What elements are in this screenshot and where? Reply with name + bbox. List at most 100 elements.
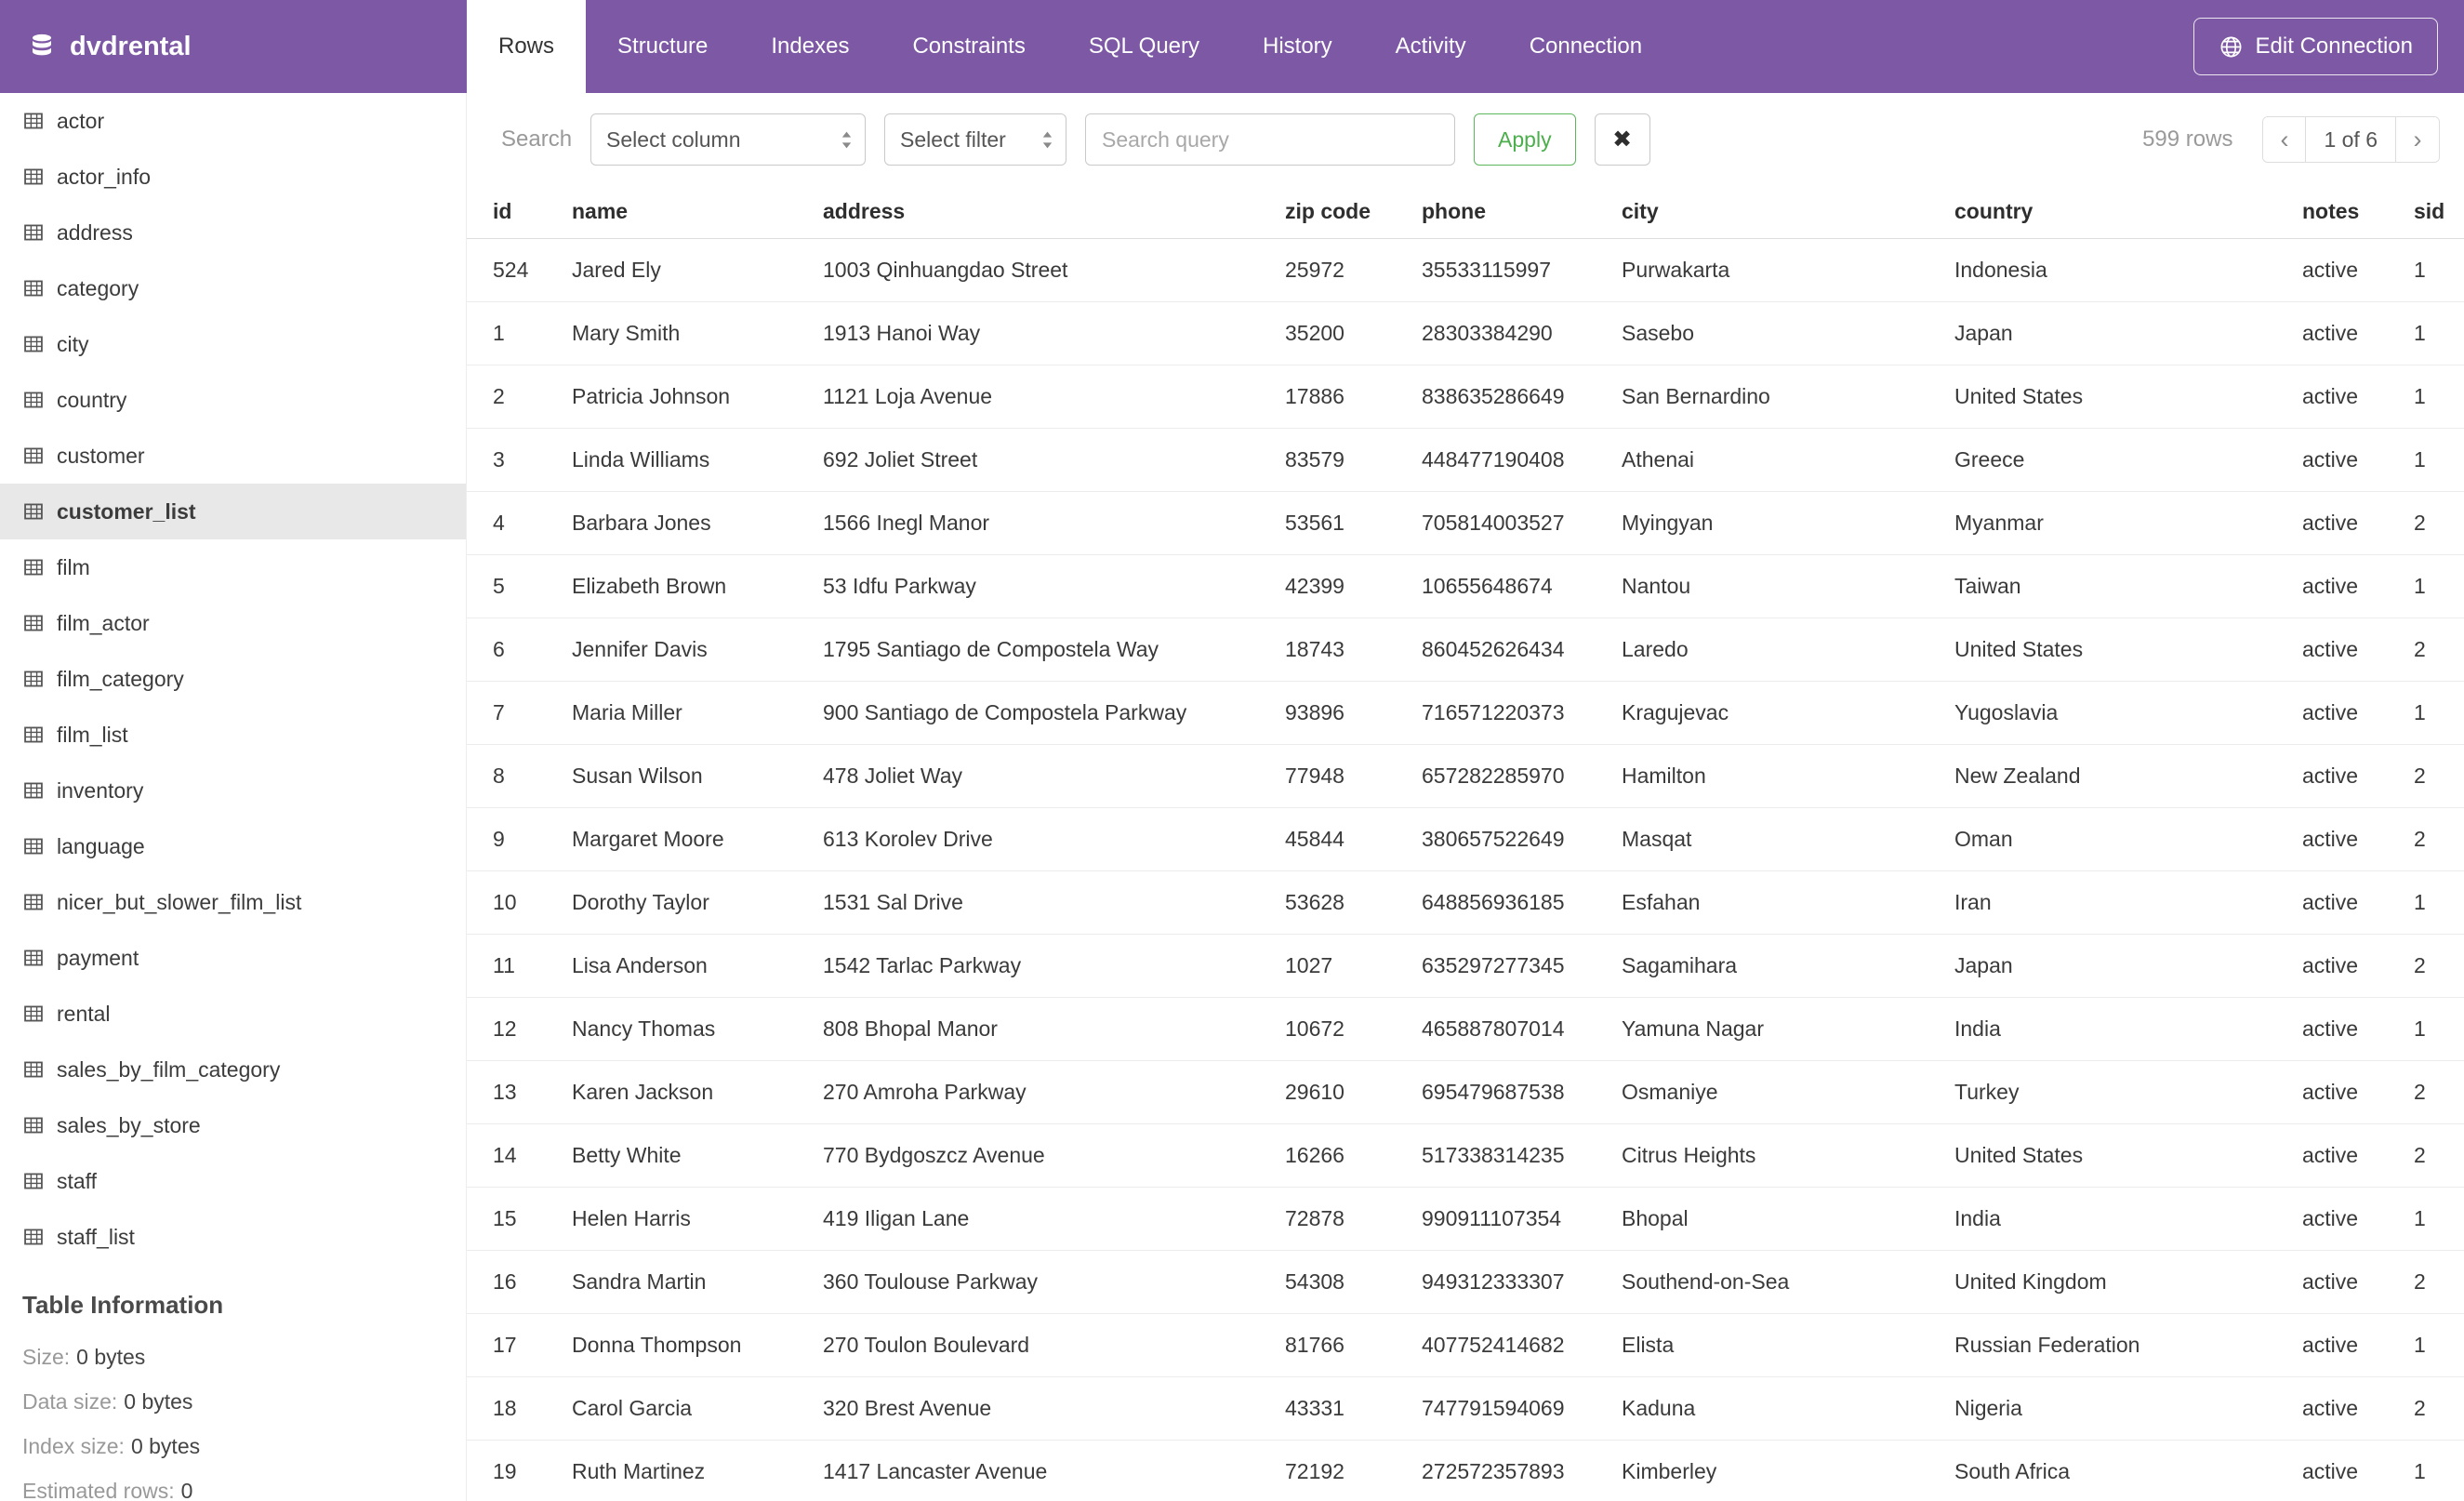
tab-sql-query[interactable]: SQL Query (1057, 0, 1231, 93)
column-header-sid[interactable]: sid (2414, 186, 2464, 239)
sidebar-item-staff-list[interactable]: staff_list (0, 1209, 466, 1265)
table-row[interactable]: 4 Barbara Jones 1566 Inegl Manor 53561 70581… (467, 491, 2464, 555)
table-icon (24, 336, 43, 352)
cell-address: 478 Joliet Way (823, 744, 1285, 808)
sidebar-item-staff[interactable]: staff (0, 1153, 466, 1209)
cell-notes: active (2302, 744, 2414, 808)
table-row[interactable]: 3 Linda Williams 692 Joliet Street 83579 448… (467, 428, 2464, 492)
tab-indexes[interactable]: Indexes (739, 0, 881, 93)
sidebar-item-label: actor_info (57, 164, 152, 189)
sidebar-item-language[interactable]: language (0, 818, 466, 874)
cell-sid: 2 (2414, 1376, 2464, 1441)
cell-address: 613 Korolev Drive (823, 807, 1285, 871)
sidebar-item-rental[interactable]: rental (0, 986, 466, 1042)
table-row[interactable]: 19 Ruth Martinez 1417 Lancaster Avenue 7219… (467, 1440, 2464, 1501)
table-icon (24, 950, 43, 966)
cell-country: Taiwan (1954, 554, 2302, 618)
tab-constraints[interactable]: Constraints (881, 0, 1056, 93)
table-icon (24, 392, 43, 408)
table-row[interactable]: 18 Carol Garcia 320 Brest Avenue 43331 74779… (467, 1376, 2464, 1441)
column-header-name[interactable]: name (572, 186, 823, 239)
table-information-title: Table Information (22, 1291, 224, 1319)
search-query-input[interactable] (1085, 113, 1456, 166)
table-row[interactable]: 16 Sandra Martin 360 Toulouse Parkway 54308… (467, 1250, 2464, 1314)
sidebar-item-customer[interactable]: customer (0, 428, 466, 484)
column-header-address[interactable]: address (823, 186, 1285, 239)
cell-name: Patricia Johnson (572, 365, 823, 429)
table-row[interactable]: 12 Nancy Thomas 808 Bhopal Manor 10672 46588… (467, 997, 2464, 1061)
table-row[interactable]: 8 Susan Wilson 478 Joliet Way 77948 65728228… (467, 744, 2464, 808)
column-header-zip-code[interactable]: zip code (1285, 186, 1422, 239)
cell-zip-code: 93896 (1285, 681, 1422, 745)
column-header-country[interactable]: country (1954, 186, 2302, 239)
sidebar-item-label: film_category (57, 666, 184, 691)
table-row[interactable]: 6 Jennifer Davis 1795 Santiago de Composte… (467, 618, 2464, 682)
tab-activity[interactable]: Activity (1364, 0, 1498, 93)
tab-label: Activity (1395, 33, 1466, 59)
sidebar-item-address[interactable]: address (0, 205, 466, 260)
cell-name: Jared Ely (572, 238, 823, 302)
cell-zip-code: 72192 (1285, 1440, 1422, 1501)
tab-structure[interactable]: Structure (586, 0, 739, 93)
table-row[interactable]: 10 Dorothy Taylor 1531 Sal Drive 53628 64885… (467, 870, 2464, 935)
apply-button[interactable]: Apply (1474, 113, 1576, 166)
tab-connection[interactable]: Connection (1498, 0, 1674, 93)
sidebar-item-sales-by-film-category[interactable]: sales_by_film_category (0, 1042, 466, 1097)
cell-country: Japan (1954, 934, 2302, 998)
tab-history[interactable]: History (1231, 0, 1364, 93)
tab-rows[interactable]: Rows (467, 0, 587, 93)
table-row[interactable]: 13 Karen Jackson 270 Amroha Parkway 29610 69… (467, 1060, 2464, 1124)
sidebar-item-city[interactable]: city (0, 316, 466, 372)
cell-phone: 407752414682 (1422, 1313, 1622, 1377)
cell-zip-code: 54308 (1285, 1250, 1422, 1314)
cell-phone: 517338314235 (1422, 1123, 1622, 1188)
cell-sid: 1 (2414, 554, 2464, 618)
column-header-notes[interactable]: notes (2302, 186, 2414, 239)
table-row[interactable]: 9 Margaret Moore 613 Korolev Drive 45844 380… (467, 807, 2464, 871)
sidebar-item-film-actor[interactable]: film_actor (0, 595, 466, 651)
column-header-city[interactable]: city (1622, 186, 1954, 239)
table-information-panel: Table Information Size: 0 bytes Data size… (0, 1265, 466, 1501)
table-row[interactable]: 5 Elizabeth Brown 53 Idfu Parkway 42399 1065… (467, 554, 2464, 618)
sidebar-item-inventory[interactable]: inventory (0, 763, 466, 818)
table-row[interactable]: 15 Helen Harris 419 Iligan Lane 72878 990911… (467, 1187, 2464, 1251)
table-header-row: id name address zip code phone city country not… (467, 186, 2464, 239)
table-row[interactable]: 14 Betty White 770 Bydgoszcz Avenue 16266 51… (467, 1123, 2464, 1188)
clear-search-button[interactable]: ✖ (1594, 113, 1650, 166)
sidebar-item-sales-by-store[interactable]: sales_by_store (0, 1097, 466, 1153)
column-select[interactable]: Select column (590, 113, 867, 166)
sidebar-item-film-category[interactable]: film_category (0, 651, 466, 707)
next-page-button[interactable]: › (2396, 117, 2439, 162)
sidebar-item-customer-list[interactable]: customer_list (0, 484, 466, 539)
sidebar-item-actor[interactable]: actor (0, 93, 466, 149)
table-icon (24, 782, 43, 799)
sidebar-item-country[interactable]: country (0, 372, 466, 428)
table-row[interactable]: 7 Maria Miller 900 Santiago de Compostela … (467, 681, 2464, 745)
cell-id: 11 (467, 934, 572, 998)
cell-city: Sasebo (1622, 301, 1954, 365)
sidebar-item-film[interactable]: film (0, 539, 466, 595)
table-row[interactable]: 524 Jared Ely 1003 Qinhuangdao Street 25972… (467, 238, 2464, 302)
cell-country: Yugoslavia (1954, 681, 2302, 745)
filter-select[interactable]: Select filter (884, 113, 1067, 166)
table-row[interactable]: 2 Patricia Johnson 1121 Loja Avenue 17886 83… (467, 365, 2464, 429)
cell-name: Sandra Martin (572, 1250, 823, 1314)
cell-zip-code: 29610 (1285, 1060, 1422, 1124)
sidebar-item-nicer-but-slower-film-list[interactable]: nicer_but_slower_film_list (0, 874, 466, 930)
table-row[interactable]: 1 Mary Smith 1913 Hanoi Way 35200 2830338429… (467, 301, 2464, 365)
cell-id: 1 (467, 301, 572, 365)
sidebar-item-actor-info[interactable]: actor_info (0, 149, 466, 205)
cell-id: 13 (467, 1060, 572, 1124)
cell-phone: 695479687538 (1422, 1060, 1622, 1124)
sidebar-item-label: sales_by_film_category (57, 1056, 281, 1082)
sidebar-item-category[interactable]: category (0, 260, 466, 316)
table-row[interactable]: 17 Donna Thompson 270 Toulon Boulevard 8176… (467, 1313, 2464, 1377)
sidebar-item-film-list[interactable]: film_list (0, 707, 466, 763)
prev-page-button[interactable]: ‹ (2263, 117, 2307, 162)
column-header-id[interactable]: id (467, 186, 572, 239)
tab-label: Constraints (912, 33, 1026, 59)
column-header-phone[interactable]: phone (1422, 186, 1622, 239)
sidebar-item-payment[interactable]: payment (0, 930, 466, 986)
table-row[interactable]: 11 Lisa Anderson 1542 Tarlac Parkway 1027 63… (467, 934, 2464, 998)
edit-connection-button[interactable]: Edit Connection (2192, 18, 2438, 75)
